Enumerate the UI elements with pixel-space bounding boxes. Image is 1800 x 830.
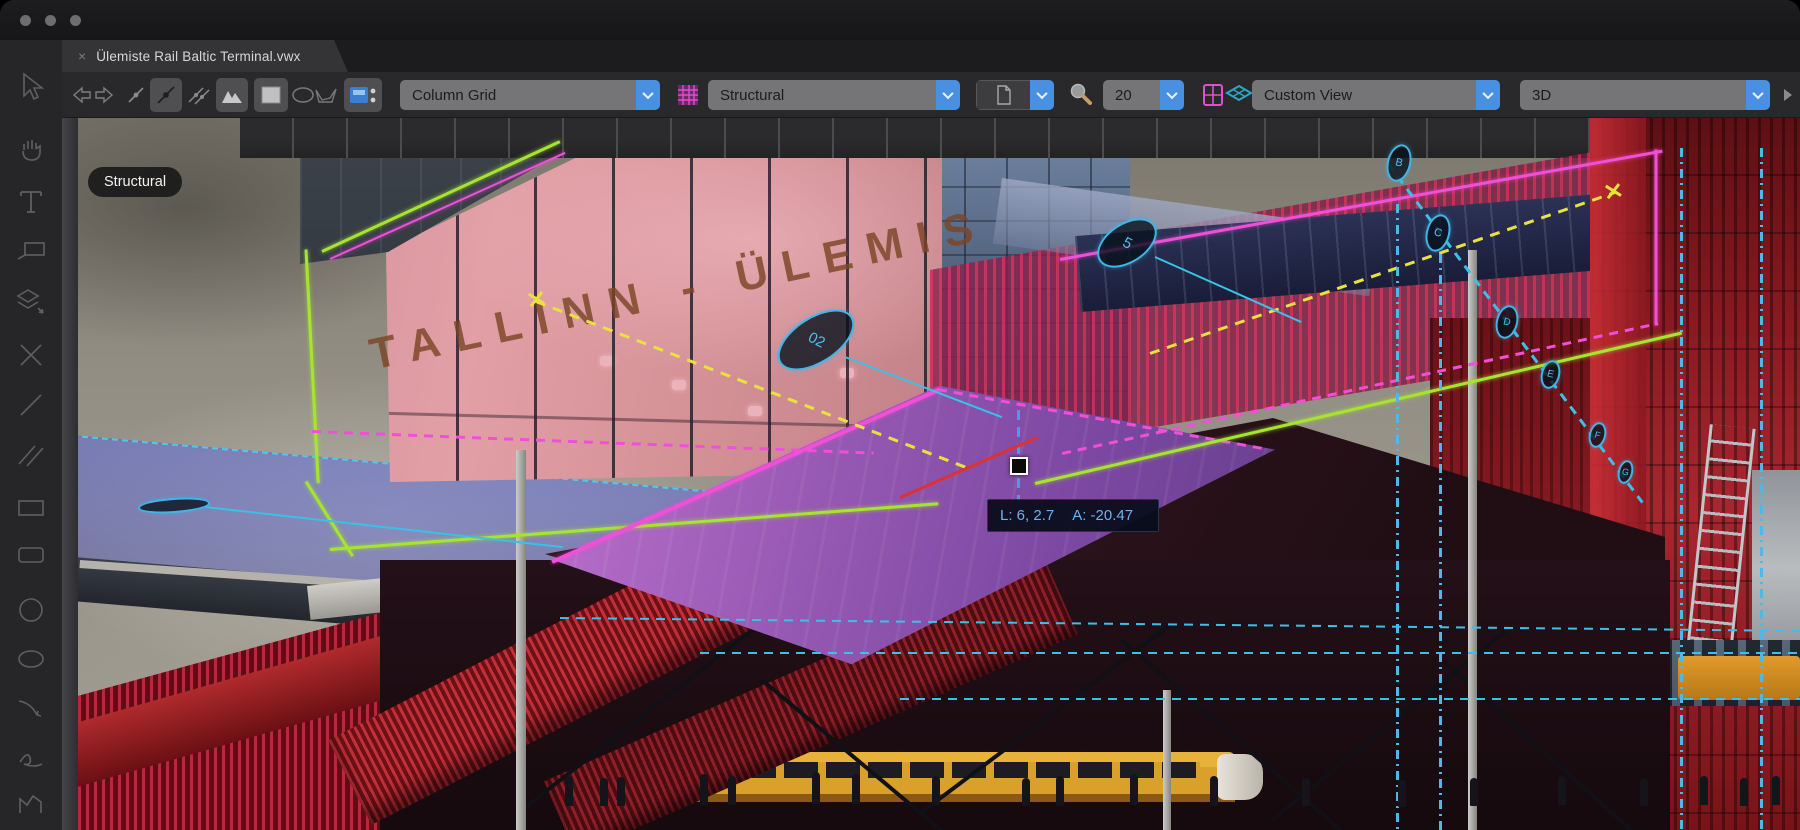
grid-line-cyan-horizontal: [700, 652, 1800, 654]
chevron-down-icon[interactable]: [1030, 80, 1054, 110]
ellipse-tool-icon[interactable]: [0, 648, 62, 670]
chevron-down-icon[interactable]: [636, 80, 660, 110]
view-dropdown[interactable]: Custom View: [1252, 80, 1500, 110]
render-top-edge-band: [240, 118, 1800, 158]
rectangle-tool-icon[interactable]: [254, 78, 288, 112]
layer-value: Structural: [708, 80, 936, 110]
selection-cursor-icon[interactable]: [0, 72, 62, 102]
polygon-tool-icon[interactable]: [312, 78, 340, 112]
window-minimize-button[interactable]: [45, 15, 56, 26]
render-steel-pole: [1468, 250, 1477, 830]
circle-tool-icon[interactable]: [0, 596, 62, 624]
render-person: [1398, 780, 1406, 807]
grid-line-cyan-vertical: [1439, 254, 1442, 830]
render-person: [1302, 778, 1310, 806]
viewport-mode-badge: Structural: [88, 167, 182, 197]
grid-x-marker: [527, 290, 545, 308]
render-person: [1470, 778, 1478, 806]
stacked-layers-icon[interactable]: [0, 288, 62, 316]
chevron-down-icon[interactable]: [1476, 80, 1500, 110]
mode-toolbar: Column Grid Structural 20: [62, 72, 1800, 118]
magnifier-icon[interactable]: [1066, 80, 1096, 110]
grid-line-cyan-horizontal: [900, 698, 1800, 700]
document-page-combo[interactable]: [976, 80, 1054, 110]
projection-value: 3D: [1520, 80, 1746, 110]
polygon-tool-icon[interactable]: [0, 792, 62, 816]
double-line-tool-icon[interactable]: [0, 442, 62, 468]
render-person: [932, 776, 940, 805]
layer-dropdown[interactable]: Structural: [708, 80, 960, 110]
render-steel-pole: [1163, 690, 1171, 830]
render-person: [1772, 776, 1780, 805]
window-titlebar: [0, 0, 1800, 40]
render-person: [852, 774, 860, 804]
tool-mode-dropdown[interactable]: Column Grid: [400, 80, 660, 110]
render-person: [565, 776, 573, 806]
document-page-icon[interactable]: [976, 80, 1030, 110]
measurement-tooltip: L: 6, 2.7 A: -20.47: [987, 499, 1159, 532]
render-edge-column: [62, 118, 78, 830]
line-tool-selected-icon[interactable]: [150, 78, 182, 112]
render-person: [1558, 776, 1566, 805]
render-person: [600, 778, 608, 806]
hatch-layer-icon: [674, 80, 702, 110]
pan-hand-icon[interactable]: [0, 136, 62, 162]
view-value: Custom View: [1252, 80, 1476, 110]
tool-sidebar: [0, 40, 62, 830]
traffic-light-buttons[interactable]: [20, 15, 81, 26]
box-edge-magenta: [1655, 150, 1658, 326]
line-tool-icon[interactable]: [0, 392, 62, 418]
render-person: [1740, 778, 1748, 806]
grid-line-cyan-vertical: [1396, 204, 1399, 830]
rounded-rectangle-tool-icon[interactable]: [0, 545, 62, 565]
render-person: [728, 776, 736, 805]
snap-cursor[interactable]: [1010, 457, 1028, 475]
scale-value: 20: [1103, 80, 1160, 110]
text-tool-icon[interactable]: [0, 188, 62, 216]
axonometric-icon: [1224, 80, 1254, 110]
scale-dropdown[interactable]: 20: [1103, 80, 1184, 110]
chevron-down-icon[interactable]: [1160, 80, 1184, 110]
render-person: [812, 772, 820, 804]
callout-tool-icon[interactable]: [0, 240, 62, 262]
projection-dropdown[interactable]: 3D: [1520, 80, 1770, 110]
render-orange-canopy: [1678, 656, 1800, 700]
render-person: [1700, 776, 1708, 805]
chevron-down-icon[interactable]: [1746, 80, 1770, 110]
line-tool-icon[interactable]: [124, 78, 148, 112]
tooltip-length: L: 6, 2.7: [1000, 507, 1054, 524]
render-person: [1210, 776, 1218, 806]
snap-grid-icon[interactable]: [344, 78, 382, 112]
document-tab-bar: × Ülemiste Rail Baltic Terminal.vwx: [62, 40, 1800, 72]
application-window: × Ülemiste Rail Baltic Terminal.vwx: [0, 0, 1800, 830]
tab-title: Ülemiste Rail Baltic Terminal.vwx: [96, 49, 300, 64]
render-person: [1640, 778, 1648, 806]
render-person: [700, 774, 708, 805]
render-person: [1130, 774, 1138, 805]
render-person: [617, 777, 625, 806]
tool-mode-value: Column Grid: [400, 80, 636, 110]
grid-line-cyan-vertical: [1680, 148, 1683, 830]
undo-redo-arrows-icon[interactable]: [70, 78, 116, 112]
double-line-tool-icon[interactable]: [186, 78, 212, 112]
window-close-button[interactable]: [20, 15, 31, 26]
document-tab[interactable]: × Ülemiste Rail Baltic Terminal.vwx: [62, 40, 348, 72]
render-person: [1056, 776, 1064, 806]
freehand-tool-icon[interactable]: [0, 748, 62, 772]
render-person: [1022, 778, 1030, 806]
viewport-window-icon: [1200, 80, 1226, 110]
arc-tool-icon[interactable]: [0, 695, 62, 721]
toolbar-overflow-arrow-icon[interactable]: [1784, 89, 1792, 101]
delete-x-icon[interactable]: [0, 342, 62, 368]
grid-x-marker: [1604, 182, 1622, 200]
chevron-down-icon[interactable]: [936, 80, 960, 110]
rectangle-tool-icon[interactable]: [0, 498, 62, 518]
drawing-viewport[interactable]: TALLINN - ÜLEMIS: [62, 118, 1800, 830]
window-zoom-button[interactable]: [70, 15, 81, 26]
grid-line-cyan-vertical: [1760, 148, 1763, 830]
tab-close-icon[interactable]: ×: [78, 48, 86, 64]
render-steel-pole: [516, 450, 526, 830]
image-mountain-icon[interactable]: [216, 78, 248, 112]
tooltip-angle: A: -20.47: [1072, 507, 1133, 524]
